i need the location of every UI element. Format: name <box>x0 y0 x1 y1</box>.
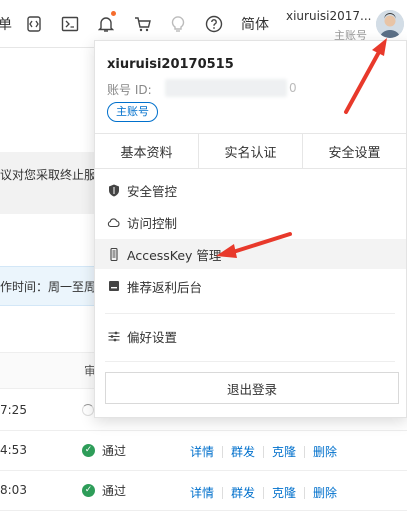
account-id-tail: 0 <box>289 81 297 95</box>
broadcast-link[interactable]: 群发 <box>231 443 255 460</box>
key-icon <box>107 247 120 261</box>
menu-item-preferences[interactable]: 偏好设置 <box>95 321 406 351</box>
delete-link[interactable]: 删除 <box>313 484 337 501</box>
row-divider <box>0 470 407 471</box>
menu-divider <box>105 361 395 362</box>
lightbulb-icon[interactable] <box>168 12 188 36</box>
gift-icon <box>107 280 120 293</box>
menu-item-label: 偏好设置 <box>127 329 178 345</box>
tab-basic-info[interactable]: 基本资料 <box>95 134 198 168</box>
row-status: 通过 <box>102 484 127 498</box>
account-id-label: 账号 ID: <box>107 83 152 97</box>
menu-item-access-control[interactable]: 访问控制 <box>95 207 406 237</box>
row-time: 7:25 <box>0 403 27 417</box>
notice-text: 议对您采取终止服 <box>0 168 97 182</box>
row-status: 通过 <box>102 444 127 458</box>
menu-item-label: AccessKey 管理 <box>127 247 222 263</box>
row-time: 8:03 <box>0 483 27 497</box>
menu-item-referral-rebate[interactable]: 推荐返利后台 <box>95 271 406 301</box>
clone-link[interactable]: 克隆 <box>272 484 296 501</box>
notification-dot <box>111 11 116 16</box>
sliders-icon <box>107 330 120 343</box>
help-icon[interactable] <box>204 12 224 36</box>
menu-item-accesskey[interactable]: AccessKey 管理 <box>95 239 406 269</box>
account-dropdown-panel: xiuruisi20170515 账号 ID: 0 主账号 基本资料 实名认证 … <box>94 40 407 418</box>
row-divider <box>0 430 407 431</box>
cart-icon[interactable] <box>133 12 153 36</box>
account-type-tag: 主账号 <box>107 102 158 122</box>
details-link[interactable]: 详情 <box>190 484 214 501</box>
cloud-icon <box>107 216 120 229</box>
check-circle-icon: ✓ <box>82 444 95 457</box>
tab-real-name-auth[interactable]: 实名认证 <box>198 134 302 168</box>
terminal-icon[interactable] <box>60 12 80 36</box>
account-id-redacted <box>165 79 287 97</box>
check-circle-icon: ✓ <box>82 484 95 497</box>
header-left-truncated-text: 单 <box>0 17 12 33</box>
clone-link[interactable]: 克隆 <box>272 443 296 460</box>
broadcast-link[interactable]: 群发 <box>231 484 255 501</box>
dropdown-username: xiuruisi20170515 <box>107 57 234 72</box>
account-name[interactable]: xiuruisi2017... <box>286 9 371 23</box>
row-actions: 详情 群发 克隆 删除 <box>190 443 337 460</box>
shield-icon <box>107 184 120 197</box>
row-time: 4:53 <box>0 443 27 457</box>
menu-item-label: 安全管控 <box>127 183 178 199</box>
avatar[interactable] <box>376 10 404 38</box>
loading-spinner-icon <box>82 404 94 416</box>
tab-security-settings[interactable]: 安全设置 <box>302 134 406 168</box>
menu-item-security-control[interactable]: 安全管控 <box>95 175 406 205</box>
details-link[interactable]: 详情 <box>190 443 214 460</box>
row-actions: 详情 群发 克隆 删除 <box>190 484 337 501</box>
info-text: 作时间：周一至周 <box>0 280 97 294</box>
menu-item-label: 访问控制 <box>127 215 178 231</box>
profile-tabs: 基本资料 实名认证 安全设置 <box>95 133 406 169</box>
row-divider <box>0 510 407 511</box>
delete-link[interactable]: 删除 <box>313 443 337 460</box>
logout-button[interactable]: 退出登录 <box>105 372 399 404</box>
menu-divider <box>105 313 395 314</box>
menu-item-label: 推荐返利后台 <box>127 279 203 295</box>
code-repo-icon[interactable] <box>24 12 44 36</box>
language-switch[interactable]: 简体 <box>240 12 270 36</box>
